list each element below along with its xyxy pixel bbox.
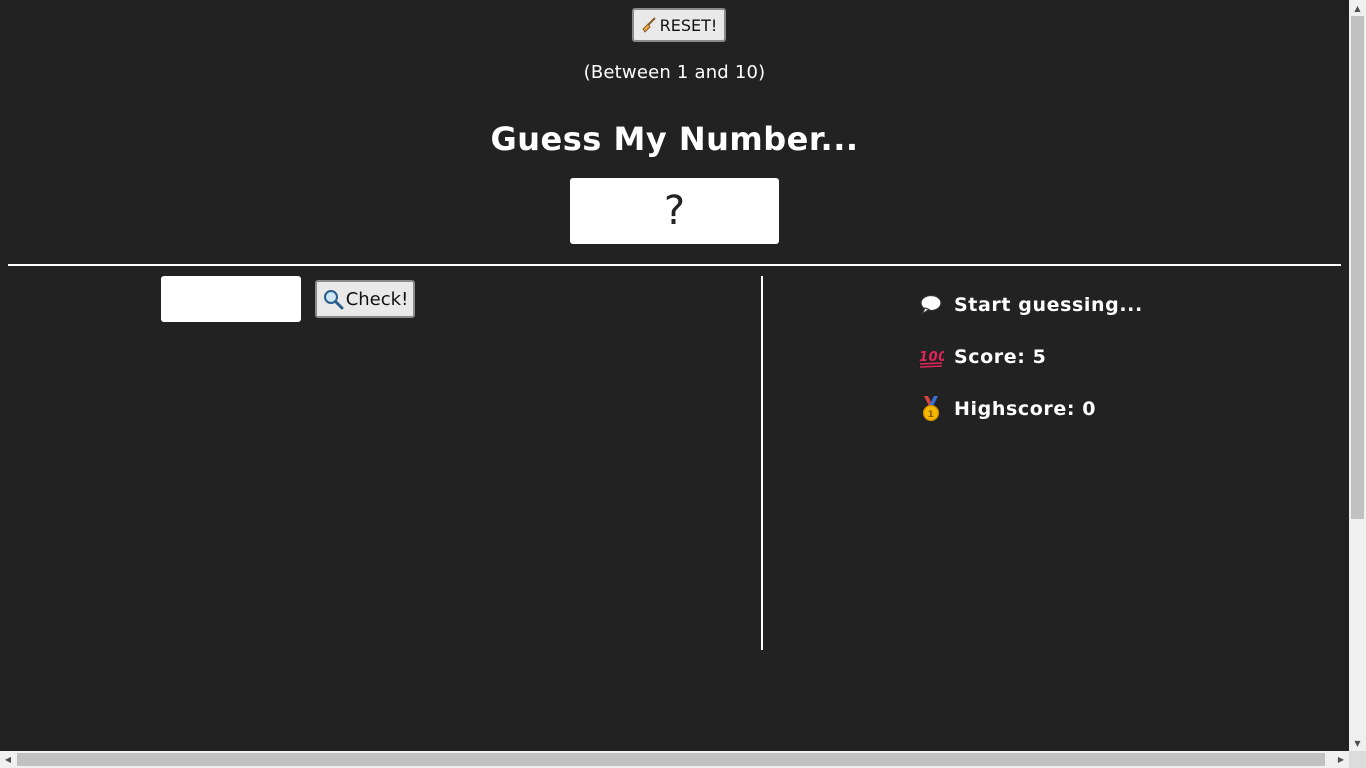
- hundred-points-icon: 100: [918, 344, 944, 370]
- magnifier-icon: [322, 288, 344, 310]
- vertical-scroll-thumb[interactable]: [1351, 16, 1364, 519]
- medal-icon: 1: [918, 396, 944, 422]
- guess-input[interactable]: [161, 276, 301, 322]
- scroll-left-icon[interactable]: ◀: [0, 751, 16, 768]
- horizontal-divider: [8, 264, 1341, 266]
- highscore-text: Highscore: 0: [954, 398, 1097, 420]
- highscore-row: 1 Highscore: 0: [918, 396, 1096, 422]
- score-text: Score: 5: [954, 346, 1047, 368]
- vertical-scrollbar[interactable]: ▲ ▼: [1349, 0, 1366, 751]
- page-title: Guess My Number...: [490, 120, 859, 158]
- check-label: Check!: [345, 288, 409, 310]
- secret-number-box: ?: [570, 178, 779, 244]
- check-button[interactable]: Check!: [315, 280, 415, 318]
- reset-label: RESET!: [659, 15, 718, 35]
- svg-text:1: 1: [928, 410, 935, 420]
- message-row: Start guessing...: [918, 292, 1143, 318]
- reset-button[interactable]: RESET!: [632, 8, 726, 42]
- horizontal-scroll-thumb[interactable]: [17, 753, 1325, 766]
- scroll-up-icon[interactable]: ▲: [1349, 0, 1366, 16]
- secret-number: ?: [663, 188, 686, 234]
- vertical-divider: [761, 276, 763, 650]
- broom-icon: [641, 17, 657, 33]
- range-hint: (Between 1 and 10): [583, 62, 766, 83]
- scroll-right-icon[interactable]: ▶: [1333, 751, 1349, 768]
- score-row: 100 Score: 5: [918, 344, 1047, 370]
- scroll-down-icon[interactable]: ▼: [1349, 735, 1366, 751]
- page: RESET! (Between 1 and 10) Guess My Numbe…: [0, 0, 1366, 768]
- horizontal-scrollbar[interactable]: ◀ ▶: [0, 751, 1349, 768]
- speech-bubble-icon: [918, 292, 944, 318]
- scrollbar-corner: [1349, 751, 1366, 768]
- message-text: Start guessing...: [954, 294, 1143, 316]
